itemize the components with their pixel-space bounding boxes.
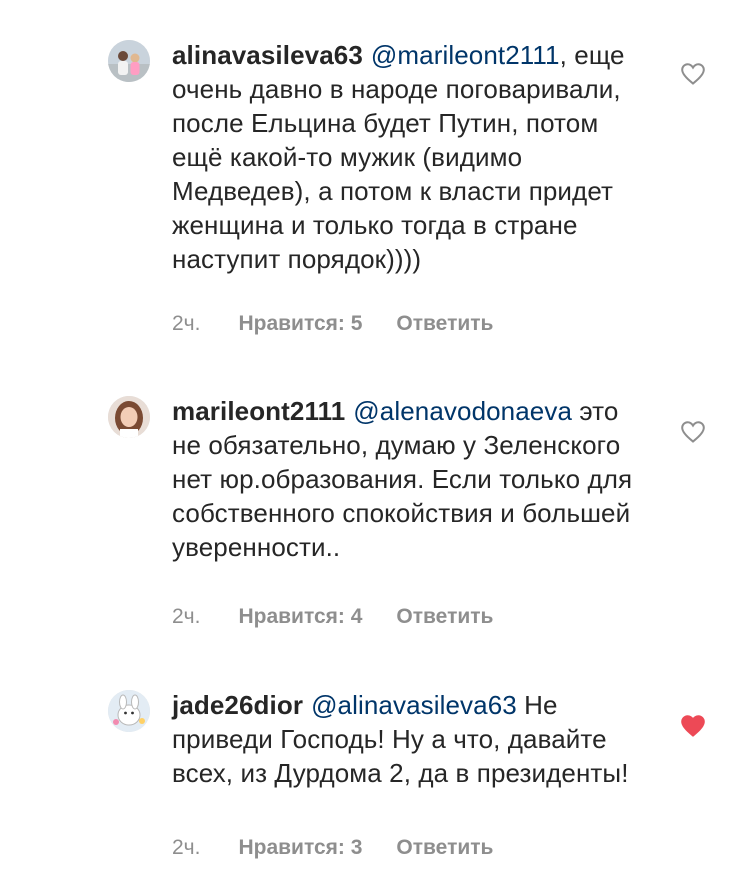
reply-button[interactable]: Ответить <box>396 603 493 631</box>
comment-body: marileont2111 @alenavodonaeva это не обяз… <box>172 394 652 564</box>
comment-meta: 2ч. Нравится: 5 Ответить <box>172 310 493 338</box>
comment-mention[interactable]: @alinavasileva63 <box>311 690 517 720</box>
comment-username[interactable]: jade26dior <box>172 690 303 720</box>
comment-meta: 2ч. Нравится: 3 Ответить <box>172 834 493 862</box>
avatar-photo-icon <box>108 396 150 438</box>
comment-mention[interactable]: @marileont2111 <box>371 40 560 70</box>
comment-meta: 2ч. Нравится: 4 Ответить <box>172 603 493 631</box>
reply-button[interactable]: Ответить <box>396 834 493 862</box>
like-heart-icon[interactable] <box>680 62 706 86</box>
comment-time[interactable]: 2ч. <box>172 834 200 862</box>
like-heart-icon[interactable] <box>680 420 706 444</box>
user-avatar[interactable] <box>108 40 150 82</box>
reply-button[interactable]: Ответить <box>396 310 493 338</box>
comment-username[interactable]: alinavasileva63 <box>172 40 363 70</box>
comment-text: , еще очень давно в народе поговаривали,… <box>172 40 625 274</box>
comment-likes[interactable]: Нравится: 5 <box>238 310 362 338</box>
comment-time[interactable]: 2ч. <box>172 603 200 631</box>
comment-likes[interactable]: Нравится: 4 <box>238 603 362 631</box>
comment-username[interactable]: marileont2111 <box>172 396 345 426</box>
user-avatar[interactable] <box>108 690 150 732</box>
avatar-cartoon-icon <box>108 690 150 732</box>
comment-time[interactable]: 2ч. <box>172 310 200 338</box>
comment-likes[interactable]: Нравится: 3 <box>238 834 362 862</box>
user-avatar[interactable] <box>108 396 150 438</box>
avatar-photo-icon <box>108 40 150 82</box>
comment-mention[interactable]: @alenavodonaeva <box>353 396 572 426</box>
liked-heart-icon[interactable] <box>680 714 706 738</box>
comment-body: jade26dior @alinavasileva63 Не приведи Го… <box>172 688 652 790</box>
comment-body: alinavasileva63 @marileont2111, еще очень… <box>172 38 652 276</box>
